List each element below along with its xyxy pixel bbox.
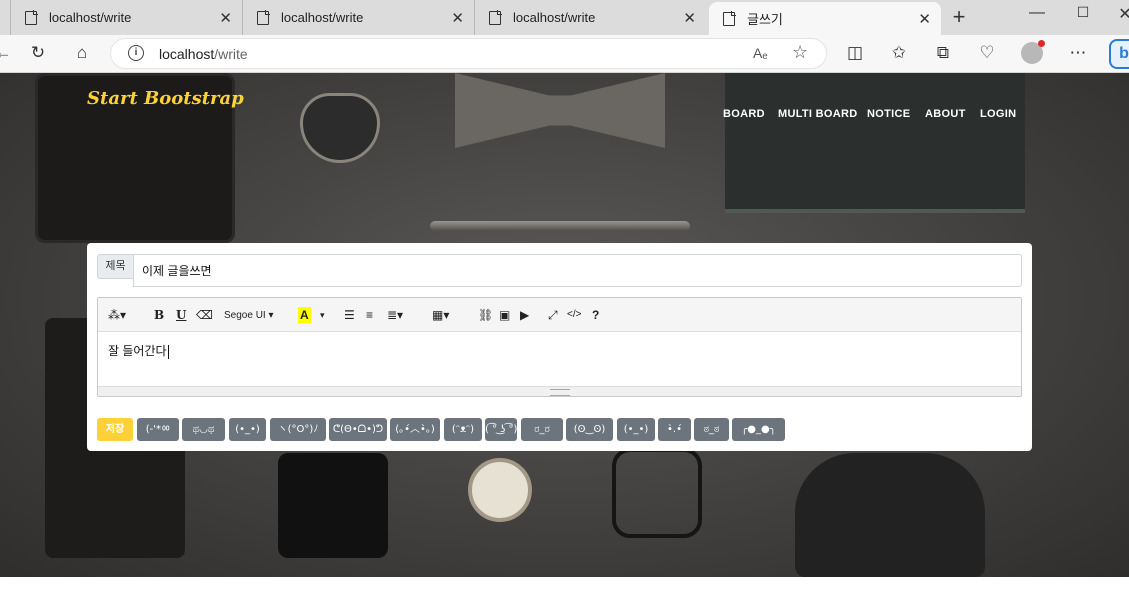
eraser-icon[interactable]: ⌫ (196, 307, 213, 323)
close-tab-icon[interactable]: ✕ (683, 9, 696, 27)
text-caret (167, 344, 169, 359)
back-icon[interactable]: ← (0, 43, 14, 63)
collections-icon[interactable]: ⧉ (932, 43, 954, 63)
editor-content[interactable]: 잘 들어간다 (98, 332, 1021, 386)
emoticon-button[interactable]: (-'*ㆀ (137, 418, 179, 441)
text-color-button[interactable]: A (298, 307, 311, 323)
link-icon[interactable]: ⛓ (478, 307, 493, 323)
emoticon-button[interactable]: ಥ◡ಥ (182, 418, 225, 441)
emoticon-button[interactable]: (ʘ‿ʘ) (566, 418, 613, 441)
bowtie-image (455, 73, 665, 148)
video-icon[interactable]: ▶ (520, 307, 529, 323)
ordered-list-icon[interactable]: ≡ (366, 307, 373, 323)
close-tab-icon[interactable]: ✕ (219, 9, 232, 27)
color-dropdown-icon[interactable]: ▾ (320, 307, 325, 323)
phone-image (278, 453, 388, 558)
write-form-card: 제목 ⁂▾ B U ⌫ Segoe UI ▾ A ▾ ☰ ≡ ≣▾ ▦▾ ⛓ ▣… (87, 243, 1032, 451)
editor-text: 잘 들어간다 (108, 344, 167, 358)
new-tab-button[interactable]: + (946, 4, 972, 30)
paragraph-align-icon[interactable]: ≣▾ (387, 307, 403, 323)
site-brand[interactable]: Start Bootstrap (87, 88, 244, 109)
spectacles-image (612, 448, 702, 538)
browser-tab[interactable]: localhost/write ✕ (242, 0, 474, 35)
copilot-icon[interactable]: b (1109, 39, 1129, 69)
emoticon-button[interactable]: (｡•́︿•̀｡) (390, 418, 440, 441)
underline-button[interactable]: U (176, 307, 186, 323)
tab-title: localhost/write (281, 10, 364, 25)
site-info-icon[interactable]: i (128, 45, 144, 61)
favorite-star-icon[interactable]: ☆ (792, 42, 808, 63)
close-tab-icon[interactable]: ✕ (918, 10, 931, 28)
tab-title: localhost/write (49, 10, 132, 25)
sunglasses-image (300, 93, 380, 163)
minimize-button[interactable]: — (1027, 4, 1047, 22)
close-tab-icon[interactable]: ✕ (451, 9, 464, 27)
browser-tab[interactable]: localhost/write ✕ (10, 0, 242, 35)
emoticon-button[interactable]: (•_•) (229, 418, 266, 441)
page-icon (489, 10, 502, 25)
emoticon-button[interactable]: •̀.•́ (658, 418, 691, 441)
fullscreen-icon[interactable]: ⤢ (548, 307, 558, 323)
url-text[interactable]: localhost/write (159, 46, 248, 62)
headphones-image (795, 453, 985, 577)
emoticon-button[interactable]: (ᵔᴥᵔ) (444, 418, 482, 441)
emoticon-button[interactable]: ᕦ(Θ•ᗝ•)ᕤ (329, 418, 387, 441)
image-icon[interactable]: ▣ (499, 307, 510, 323)
code-view-icon[interactable]: </> (567, 307, 581, 323)
address-bar[interactable]: i localhost/write Aₑ ☆ (110, 38, 827, 69)
notebook-image (725, 73, 1025, 213)
emoticon-button[interactable]: (•_•) (617, 418, 655, 441)
favorites-icon[interactable]: ✩ (888, 43, 910, 63)
page-icon (257, 10, 270, 25)
emoticon-button[interactable]: ╭●_●╮ (732, 418, 785, 441)
more-menu-icon[interactable]: ⋯ (1067, 43, 1089, 63)
browser-essentials-icon[interactable]: ♡ (976, 43, 998, 63)
watch-image (468, 458, 532, 522)
profile-avatar[interactable] (1021, 40, 1045, 64)
editor-toolbar: ⁂▾ B U ⌫ Segoe UI ▾ A ▾ ☰ ≡ ≣▾ ▦▾ ⛓ ▣ ▶ … (98, 298, 1021, 332)
maximize-button[interactable]: ☐ (1073, 4, 1093, 21)
magic-style-icon[interactable]: ⁂▾ (108, 307, 126, 323)
nav-board[interactable]: BOARD (723, 108, 765, 120)
browser-toolbar: ← ↻ ⌂ i localhost/write Aₑ ☆ ◫ ✩ ⧉ ♡ ⋯ b (0, 35, 1129, 73)
browser-tab[interactable]: localhost/write ✕ (474, 0, 706, 35)
home-icon[interactable]: ⌂ (71, 43, 93, 63)
page-icon (25, 10, 38, 25)
refresh-icon[interactable]: ↻ (27, 43, 49, 63)
tab-title: 글쓰기 (747, 12, 783, 27)
tab-strip: localhost/write ✕ localhost/write ✕ loca… (0, 0, 1129, 35)
emoticon-button[interactable]: ರ_ರ (521, 418, 563, 441)
unordered-list-icon[interactable]: ☰ (344, 307, 355, 323)
table-icon[interactable]: ▦▾ (432, 307, 449, 323)
emoticon-button[interactable]: ( ͡° ͜ʖ ͡°) (485, 418, 517, 441)
save-button[interactable]: 저장 (97, 418, 133, 441)
read-aloud-icon[interactable]: Aₑ (753, 45, 768, 61)
nav-multi-board[interactable]: MULTI BOARD (778, 108, 857, 120)
split-screen-icon[interactable]: ◫ (844, 43, 866, 63)
bold-button[interactable]: B (154, 307, 164, 323)
nav-about[interactable]: ABOUT (925, 108, 966, 120)
title-label: 제목 (97, 254, 134, 279)
nav-notice[interactable]: NOTICE (867, 108, 910, 120)
page-icon (723, 11, 736, 26)
window-close-button[interactable]: ✕ (1115, 4, 1129, 24)
emoticon-button[interactable]: ಠ_ಠ (694, 418, 729, 441)
browser-tab-active[interactable]: 글쓰기 ✕ (709, 2, 941, 35)
title-input[interactable] (133, 254, 1022, 287)
help-icon[interactable]: ? (592, 307, 599, 323)
font-family-select[interactable]: Segoe UI ▾ (224, 308, 274, 324)
tab-title: localhost/write (513, 10, 596, 25)
emoticon-button[interactable]: ヽ(°O°)ﾉ (270, 418, 326, 441)
title-row: 제목 (97, 254, 1022, 287)
pen-image (430, 221, 690, 231)
rich-text-editor: ⁂▾ B U ⌫ Segoe UI ▾ A ▾ ☰ ≡ ≣▾ ▦▾ ⛓ ▣ ▶ … (97, 297, 1022, 397)
nav-login[interactable]: LOGIN (980, 108, 1016, 120)
editor-resize-handle[interactable] (98, 386, 1021, 396)
